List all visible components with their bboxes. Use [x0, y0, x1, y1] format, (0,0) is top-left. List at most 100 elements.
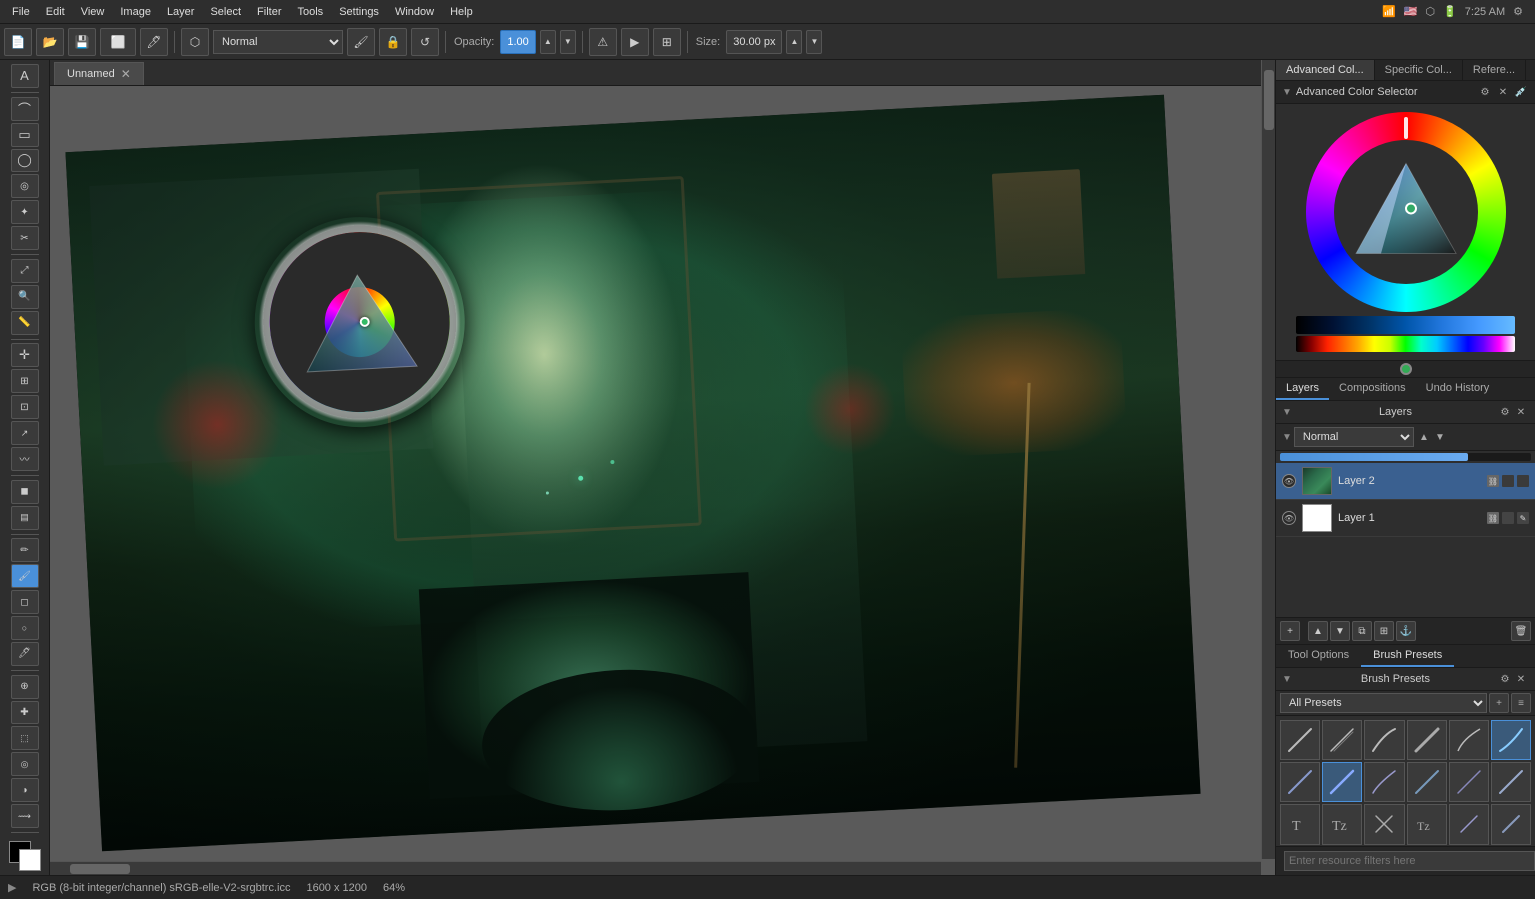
- layer-item-2[interactable]: 👁 Layer 2 ⛓: [1276, 463, 1535, 500]
- dodge-burn-btn[interactable]: ◑: [11, 778, 39, 802]
- brush-item-5[interactable]: [1449, 720, 1489, 760]
- brush-preset-dropdown[interactable]: All Presets: [1280, 693, 1487, 713]
- tab-specific-color[interactable]: Specific Col...: [1375, 60, 1463, 80]
- menu-tools[interactable]: Tools: [290, 4, 332, 20]
- menu-settings[interactable]: Settings: [331, 4, 387, 20]
- brush-item-18[interactable]: [1491, 804, 1531, 844]
- brush-item-14[interactable]: Tz: [1322, 804, 1362, 844]
- anchor-layer-btn[interactable]: ⚓: [1396, 621, 1416, 641]
- scrollbar-thumb-vertical[interactable]: [1264, 70, 1274, 130]
- color-panel-eyedropper-btn[interactable]: 💉: [1513, 84, 1529, 100]
- blend-mode-select[interactable]: Normal Multiply Screen Overlay Dissolve: [213, 30, 343, 54]
- menu-file[interactable]: File: [4, 4, 38, 20]
- painting-canvas[interactable]: [65, 94, 1200, 851]
- brush-filter-input[interactable]: [1284, 851, 1535, 871]
- tab-tool-options[interactable]: Tool Options: [1276, 645, 1361, 667]
- color-ring-container[interactable]: [1306, 112, 1506, 312]
- canvas-scrollbar-horizontal[interactable]: [50, 861, 1261, 875]
- fuzzy-select-btn[interactable]: ◎: [11, 174, 39, 198]
- color-mode-indicator[interactable]: [1400, 363, 1412, 375]
- brush-item-7[interactable]: [1280, 762, 1320, 802]
- size-value[interactable]: 30.00 px: [726, 30, 782, 54]
- measure-btn[interactable]: 📏: [11, 311, 39, 335]
- size-up-btn[interactable]: ▲: [786, 30, 802, 54]
- rect-select-btn[interactable]: ▭: [11, 123, 39, 147]
- move-btn[interactable]: ✛: [11, 343, 39, 367]
- eraser-btn[interactable]: ◻: [11, 590, 39, 614]
- brush-item-6[interactable]: [1491, 720, 1531, 760]
- tab-layers[interactable]: Layers: [1276, 378, 1329, 400]
- warp-btn[interactable]: 〰: [11, 447, 39, 471]
- warning-btn[interactable]: ⚠: [589, 28, 617, 56]
- open-file-btn[interactable]: 📂: [36, 28, 64, 56]
- apply-btn[interactable]: ▶: [621, 28, 649, 56]
- perspective-clone-btn[interactable]: ⬚: [11, 726, 39, 750]
- layer-item-1[interactable]: 👁 Layer 1 ⛓ ✎: [1276, 500, 1535, 537]
- layer-opacity-down-btn[interactable]: ▼: [1432, 429, 1448, 445]
- scrollbar-thumb-horizontal[interactable]: [70, 864, 130, 874]
- brush-panel-collapse-icon[interactable]: ▼: [1282, 674, 1292, 685]
- layer-1-chain-icon[interactable]: ⛓: [1487, 512, 1499, 524]
- background-color[interactable]: [19, 849, 41, 871]
- scissors-btn[interactable]: ✂: [11, 226, 39, 250]
- brush-item-13[interactable]: T: [1280, 804, 1320, 844]
- menu-window[interactable]: Window: [387, 4, 442, 20]
- color-gradient-bar[interactable]: [1296, 316, 1515, 334]
- layers-close-btn[interactable]: ✕: [1513, 404, 1529, 420]
- smudge-btn[interactable]: ⟿: [11, 804, 39, 828]
- free-select-btn[interactable]: ⌒: [11, 97, 39, 121]
- color-select-btn[interactable]: ✦: [11, 200, 39, 224]
- transform-btn[interactable]: ↗: [11, 421, 39, 445]
- pencil-btn[interactable]: ✏: [11, 538, 39, 562]
- tab-compositions[interactable]: Compositions: [1329, 378, 1416, 400]
- brush-item-1[interactable]: [1280, 720, 1320, 760]
- menu-filter[interactable]: Filter: [249, 4, 289, 20]
- brush-item-17[interactable]: [1449, 804, 1489, 844]
- layers-collapse-icon[interactable]: ▼: [1282, 407, 1292, 418]
- bucket-fill-btn[interactable]: ◼: [11, 480, 39, 504]
- layer-opacity-btn[interactable]: ▲: [1416, 429, 1432, 445]
- layer-opacity-bar[interactable]: [1280, 453, 1531, 461]
- brush-item-16[interactable]: Tz: [1407, 804, 1447, 844]
- brush-item-15[interactable]: [1364, 804, 1404, 844]
- color-panel-settings-btn[interactable]: ⚙: [1477, 84, 1493, 100]
- ink-btn[interactable]: 🖊: [11, 642, 39, 666]
- clone-btn[interactable]: ⊕: [11, 675, 39, 699]
- menu-help[interactable]: Help: [442, 4, 481, 20]
- brush-item-9[interactable]: [1364, 762, 1404, 802]
- menu-view[interactable]: View: [73, 4, 113, 20]
- stamp-btn[interactable]: ⊞: [653, 28, 681, 56]
- layer-1-visibility[interactable]: 👁: [1282, 511, 1296, 525]
- duplicate-layer-btn[interactable]: ⧉: [1352, 621, 1372, 641]
- new-file-btn[interactable]: 📄: [4, 28, 32, 56]
- crop-btn[interactable]: ⊡: [11, 395, 39, 419]
- color-spectrum-bar[interactable]: [1296, 336, 1515, 352]
- raise-layer-btn[interactable]: ▲: [1308, 621, 1328, 641]
- lower-layer-btn[interactable]: ▼: [1330, 621, 1350, 641]
- export-btn[interactable]: ⬜: [100, 28, 136, 56]
- align-btn[interactable]: ⊞: [11, 369, 39, 393]
- add-layer-btn[interactable]: +: [1280, 621, 1300, 641]
- brush-add-tag-btn[interactable]: +: [1489, 693, 1509, 713]
- layer-blend-mode-select[interactable]: Normal Multiply Screen Overlay: [1294, 427, 1414, 447]
- blur-btn[interactable]: ◎: [11, 752, 39, 776]
- paths-btn[interactable]: ⤢: [11, 259, 39, 283]
- color-panel-collapse-icon[interactable]: ▼: [1282, 87, 1292, 98]
- selection-mode-btn[interactable]: ⬡: [181, 28, 209, 56]
- text-tool-btn[interactable]: A: [11, 64, 39, 88]
- tab-undo-history[interactable]: Undo History: [1416, 378, 1500, 400]
- brush-item-11[interactable]: [1449, 762, 1489, 802]
- menu-image[interactable]: Image: [112, 4, 159, 20]
- brush-item-10[interactable]: [1407, 762, 1447, 802]
- brush-panel-close-btn[interactable]: ✕: [1513, 671, 1529, 687]
- merge-layer-btn[interactable]: ⊞: [1374, 621, 1394, 641]
- menu-layer[interactable]: Layer: [159, 4, 203, 20]
- gradient-btn[interactable]: ▤: [11, 506, 39, 530]
- refresh-btn[interactable]: ↺: [411, 28, 439, 56]
- tab-advanced-color[interactable]: Advanced Col...: [1276, 60, 1375, 80]
- color-wheel-popup[interactable]: [249, 211, 470, 432]
- tab-brush-presets[interactable]: Brush Presets: [1361, 645, 1454, 667]
- opacity-down-btn[interactable]: ▼: [560, 30, 576, 54]
- layers-settings-btn[interactable]: ⚙: [1497, 404, 1513, 420]
- paint-across-layers-btn[interactable]: 🖌: [347, 28, 375, 56]
